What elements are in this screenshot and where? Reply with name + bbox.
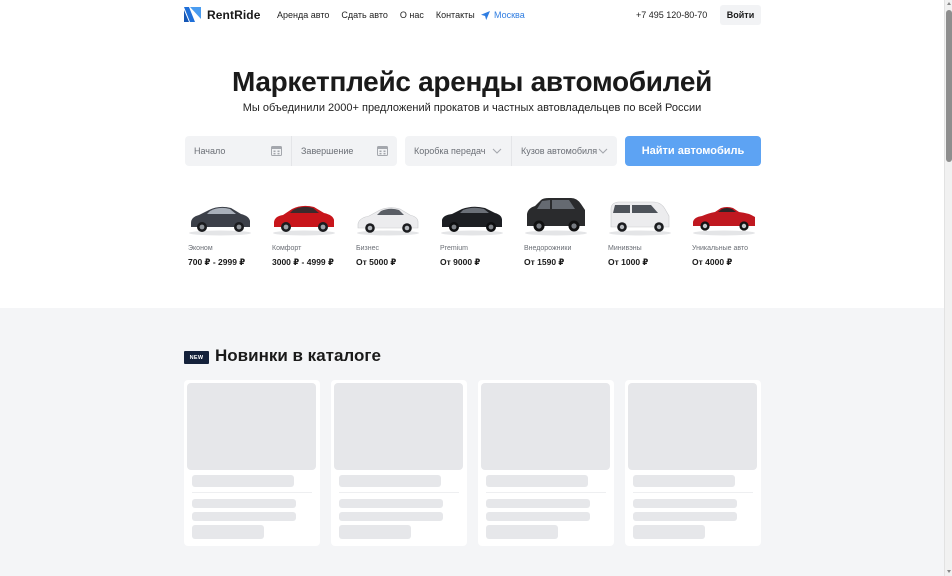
car-card-skeleton[interactable] bbox=[625, 380, 761, 546]
car-card-skeleton[interactable] bbox=[331, 380, 467, 546]
car-card-skeleton[interactable] bbox=[478, 380, 614, 546]
chevron-down-icon bbox=[492, 148, 502, 154]
divider bbox=[486, 492, 606, 493]
skeleton-image bbox=[187, 383, 316, 470]
category-price: От 4000 ₽ bbox=[692, 257, 733, 267]
category-name: Premium bbox=[440, 245, 469, 252]
muscle-car-icon bbox=[441, 206, 503, 236]
divider bbox=[339, 492, 459, 493]
skeleton-image bbox=[628, 383, 757, 470]
body-type-select[interactable]: Кузов автомобиля bbox=[511, 136, 617, 166]
skeleton-line bbox=[486, 525, 558, 539]
category-name: Минивэны bbox=[608, 245, 642, 252]
scroll-up-arrow-icon[interactable] bbox=[947, 2, 951, 5]
nav-item-lease-out[interactable]: Сдать авто bbox=[341, 10, 388, 20]
phone-link[interactable]: +7 495 120-80-70 bbox=[636, 10, 707, 20]
skeleton-image bbox=[481, 383, 610, 470]
category-comfort[interactable]: Комфорт 3000 ₽ - 4999 ₽ bbox=[269, 196, 349, 267]
main-nav: Аренда авто Сдать авто О нас Контакты bbox=[277, 10, 475, 20]
page-title: Маркетплейс аренды автомобилей bbox=[231, 66, 713, 97]
login-button[interactable]: Войти bbox=[720, 5, 761, 25]
scrollbar-thumb[interactable] bbox=[946, 10, 952, 162]
sedan-car-icon bbox=[273, 205, 335, 236]
city-selector[interactable]: Москва bbox=[481, 10, 525, 20]
calendar-icon bbox=[377, 146, 388, 156]
skeleton-line bbox=[192, 499, 296, 508]
skeleton-line bbox=[633, 499, 737, 508]
gearbox-select[interactable]: Коробка передач bbox=[405, 136, 511, 166]
skeleton-image bbox=[334, 383, 463, 470]
top-header: RentRide Аренда авто Сдать авто О нас Ко… bbox=[0, 0, 944, 30]
logo-icon bbox=[184, 7, 201, 22]
chevron-down-icon bbox=[598, 148, 608, 154]
skeleton-line bbox=[633, 512, 737, 521]
location-arrow-icon bbox=[481, 10, 490, 20]
category-price: От 1590 ₽ bbox=[524, 257, 565, 267]
divider bbox=[192, 492, 312, 493]
skeleton-line bbox=[339, 499, 443, 508]
skeleton-line bbox=[192, 475, 294, 487]
section-title: Новинки в каталоге bbox=[215, 346, 381, 365]
skeleton-line bbox=[192, 525, 264, 539]
suv-car-icon bbox=[525, 198, 587, 236]
logo[interactable]: RentRide bbox=[184, 7, 260, 22]
logo-text: RentRide bbox=[207, 7, 261, 22]
sedan-car-icon bbox=[189, 206, 251, 236]
coupe-car-icon bbox=[357, 207, 419, 236]
category-minivan[interactable]: Минивэны От 1000 ₽ bbox=[605, 196, 685, 267]
city-label: Москва bbox=[494, 10, 525, 20]
category-name: Комфорт bbox=[272, 245, 302, 252]
nav-item-rent[interactable]: Аренда авто bbox=[277, 10, 329, 20]
skeleton-line bbox=[486, 499, 590, 508]
start-date-field[interactable]: Начало bbox=[185, 136, 291, 166]
skeleton-line bbox=[633, 475, 735, 487]
find-car-button[interactable]: Найти автомобиль bbox=[625, 136, 761, 166]
skeleton-line bbox=[339, 525, 411, 539]
category-name: Бизнес bbox=[356, 245, 379, 252]
category-price: От 9000 ₽ bbox=[440, 257, 481, 267]
category-price: От 5000 ₽ bbox=[356, 257, 397, 267]
end-date-field[interactable]: Завершение bbox=[291, 136, 397, 166]
category-name: Внедорожники bbox=[524, 245, 572, 252]
skeleton-line bbox=[339, 512, 443, 521]
date-range-picker: Начало Завершение bbox=[185, 136, 397, 166]
divider bbox=[633, 492, 753, 493]
category-economy[interactable]: Эконом 700 ₽ - 2999 ₽ bbox=[185, 196, 265, 267]
category-price: 3000 ₽ - 4999 ₽ bbox=[272, 257, 334, 267]
skeleton-line bbox=[192, 512, 296, 521]
new-arrivals-section: NEW Новинки в каталоге bbox=[0, 308, 944, 576]
end-date-placeholder: Завершение bbox=[301, 146, 354, 156]
car-card-skeleton[interactable] bbox=[184, 380, 320, 546]
skeleton-line bbox=[339, 475, 441, 487]
page: RentRide Аренда авто Сдать авто О нас Ко… bbox=[0, 0, 944, 576]
category-unique[interactable]: Уникальные авто От 4000 ₽ bbox=[689, 196, 769, 267]
category-suv[interactable]: Внедорожники От 1590 ₽ bbox=[521, 196, 601, 267]
scroll-down-arrow-icon[interactable] bbox=[947, 570, 951, 573]
page-subtitle: Мы объединили 2000+ предложений прокатов… bbox=[242, 102, 702, 114]
skeleton-line bbox=[633, 525, 705, 539]
vertical-scrollbar[interactable] bbox=[944, 0, 952, 576]
category-premium[interactable]: Premium От 9000 ₽ bbox=[437, 196, 517, 267]
category-price: От 1000 ₽ bbox=[608, 257, 649, 267]
filter-selects: Коробка передач Кузов автомобиля bbox=[405, 136, 617, 166]
category-name: Уникальные авто bbox=[692, 245, 748, 252]
nav-item-about[interactable]: О нас bbox=[400, 10, 424, 20]
minivan-icon bbox=[609, 201, 671, 236]
classic-car-icon bbox=[693, 207, 755, 236]
gearbox-placeholder: Коробка передач bbox=[414, 146, 486, 156]
calendar-icon bbox=[271, 146, 282, 156]
new-badge: NEW bbox=[184, 351, 209, 364]
nav-item-contacts[interactable]: Контакты bbox=[436, 10, 475, 20]
category-name: Эконом bbox=[188, 245, 213, 252]
skeleton-line bbox=[486, 512, 590, 521]
body-type-placeholder: Кузов автомобиля bbox=[521, 146, 598, 156]
category-price: 700 ₽ - 2999 ₽ bbox=[188, 257, 246, 267]
skeleton-line bbox=[486, 475, 588, 487]
category-business[interactable]: Бизнес От 5000 ₽ bbox=[353, 196, 433, 267]
start-date-placeholder: Начало bbox=[194, 146, 226, 156]
